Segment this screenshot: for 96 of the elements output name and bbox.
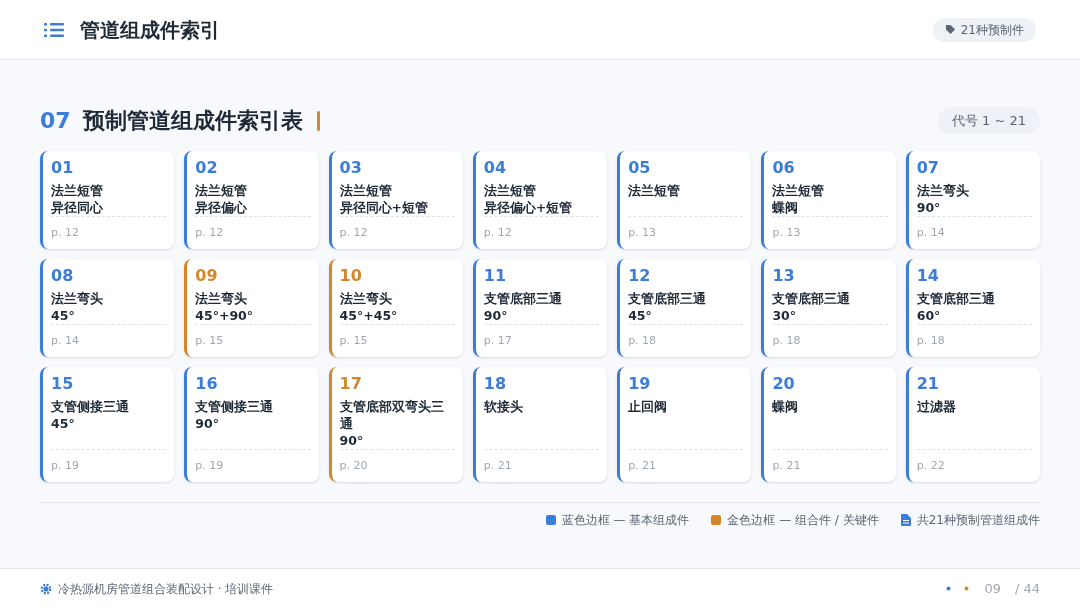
card-code: 01	[51, 158, 75, 178]
card-code: 08	[51, 266, 75, 286]
progress-dots-icon	[946, 586, 971, 591]
page-reference: p. 12	[51, 226, 79, 239]
card-code: 04	[483, 158, 508, 178]
card-label: 90°	[195, 415, 220, 432]
card-label: 法兰短管	[483, 182, 537, 199]
card-label: 45°	[51, 415, 76, 432]
gear-icon	[40, 582, 52, 595]
card-label: 过滤器	[916, 398, 957, 415]
card-label: 法兰短管	[51, 182, 104, 199]
page-reference: p. 15	[195, 334, 224, 347]
card-label: 异径偏心+短管	[483, 199, 574, 216]
card-label: 法兰短管	[772, 182, 826, 199]
page-reference: p. 14	[916, 226, 945, 239]
card-code: 07	[916, 158, 940, 178]
page-reference: p. 19	[195, 459, 224, 472]
page-reference: p. 12	[483, 226, 512, 239]
section-title: 预制管道组成件索引表	[82, 107, 303, 135]
card-label: 法兰短管	[628, 182, 682, 199]
list-icon	[44, 21, 64, 38]
legend-label: 金色边框 — 组合件 / 关键件	[727, 512, 879, 529]
page-reference: p. 14	[51, 334, 79, 347]
card-code: 05	[628, 158, 652, 178]
page-reference: p. 18	[772, 334, 801, 347]
card-label: 支管侧接三通	[195, 398, 275, 415]
card-label: 支管底部三通	[916, 290, 996, 307]
tag-icon	[944, 24, 956, 35]
count-badge: 21种预制件	[932, 17, 1036, 42]
card-label: 30°	[772, 307, 798, 324]
page-reference: p. 21	[628, 459, 657, 472]
card-label: 支管底部三通	[772, 290, 852, 307]
card-label: 法兰弯头	[339, 290, 393, 307]
page-reference: p. 13	[772, 226, 801, 239]
card-label: 蝶阀	[772, 398, 800, 415]
legend-label: 蓝色边框 — 基本组成件	[561, 512, 690, 529]
card-code: 21	[916, 374, 940, 394]
page-reference: p. 22	[916, 459, 945, 472]
section-number: 07	[40, 107, 71, 135]
card-label: 法兰弯头	[195, 290, 249, 307]
card-code: 20	[772, 374, 796, 394]
card-label: 蝶阀	[772, 199, 800, 216]
card-label: 支管底部双弯头三通	[339, 398, 445, 432]
card-label: 支管底部三通	[483, 290, 563, 307]
page-reference: p. 17	[483, 334, 512, 347]
card-label: 法兰短管	[339, 182, 393, 199]
page-reference: p. 15	[339, 334, 368, 347]
card-label: 法兰短管	[195, 182, 249, 199]
card-code: 19	[628, 374, 652, 394]
card-code: 03	[339, 158, 363, 178]
card-label: 45°	[628, 307, 653, 324]
legend-label: 共21种预制管道组成件	[916, 512, 1040, 529]
card-label: 90°	[916, 199, 942, 216]
title-accent	[316, 110, 320, 131]
footer-title: 冷热源机房管道组合装配设计 · 培训课件	[58, 580, 274, 598]
card-label: 90°	[339, 432, 365, 449]
card-label: 止回阀	[628, 398, 669, 415]
page-reference: p. 20	[339, 459, 368, 472]
page-reference: p. 18	[628, 334, 657, 347]
card-code: 10	[339, 266, 363, 286]
card-label: 支管侧接三通	[51, 398, 130, 415]
card-label: 异径同心+短管	[339, 199, 430, 216]
card-label: 异径同心	[51, 199, 104, 216]
card-code: 18	[483, 374, 508, 394]
card-code: 09	[195, 266, 219, 286]
card-code: 17	[339, 374, 363, 394]
card-label: 软接头	[483, 398, 524, 415]
page-number: 09	[984, 579, 1001, 598]
page-total: / 44	[1014, 579, 1040, 598]
card-label: 45°+45°	[339, 307, 399, 324]
card-code: 11	[483, 266, 508, 286]
card-code: 16	[195, 374, 219, 394]
card-label: 60°	[916, 307, 942, 324]
card-code: 12	[628, 266, 652, 286]
card-label: 法兰弯头	[916, 182, 970, 199]
card-label: 45°+90°	[195, 307, 255, 324]
card-code: 02	[195, 158, 219, 178]
page-reference: p. 12	[195, 226, 224, 239]
page-reference: p. 21	[483, 459, 512, 472]
card-label: 45°	[51, 307, 76, 324]
document-icon	[900, 514, 911, 526]
card-label: 法兰弯头	[51, 290, 104, 307]
page-reference: p. 21	[772, 459, 801, 472]
card-code: 13	[772, 266, 796, 286]
card-label: 90°	[483, 307, 509, 324]
page-title: 管道组成件索引	[80, 16, 220, 44]
card-code: 15	[51, 374, 75, 394]
range-badge: 代号 1 ~ 21	[937, 106, 1040, 135]
page-reference: p. 19	[51, 459, 79, 472]
card-label: 支管底部三通	[628, 290, 708, 307]
page-reference: p. 12	[339, 226, 368, 239]
card-code: 06	[772, 158, 796, 178]
page-reference: p. 18	[916, 334, 945, 347]
card-label: 异径偏心	[195, 199, 249, 216]
page-reference: p. 13	[628, 226, 657, 239]
card-code: 14	[916, 266, 940, 286]
